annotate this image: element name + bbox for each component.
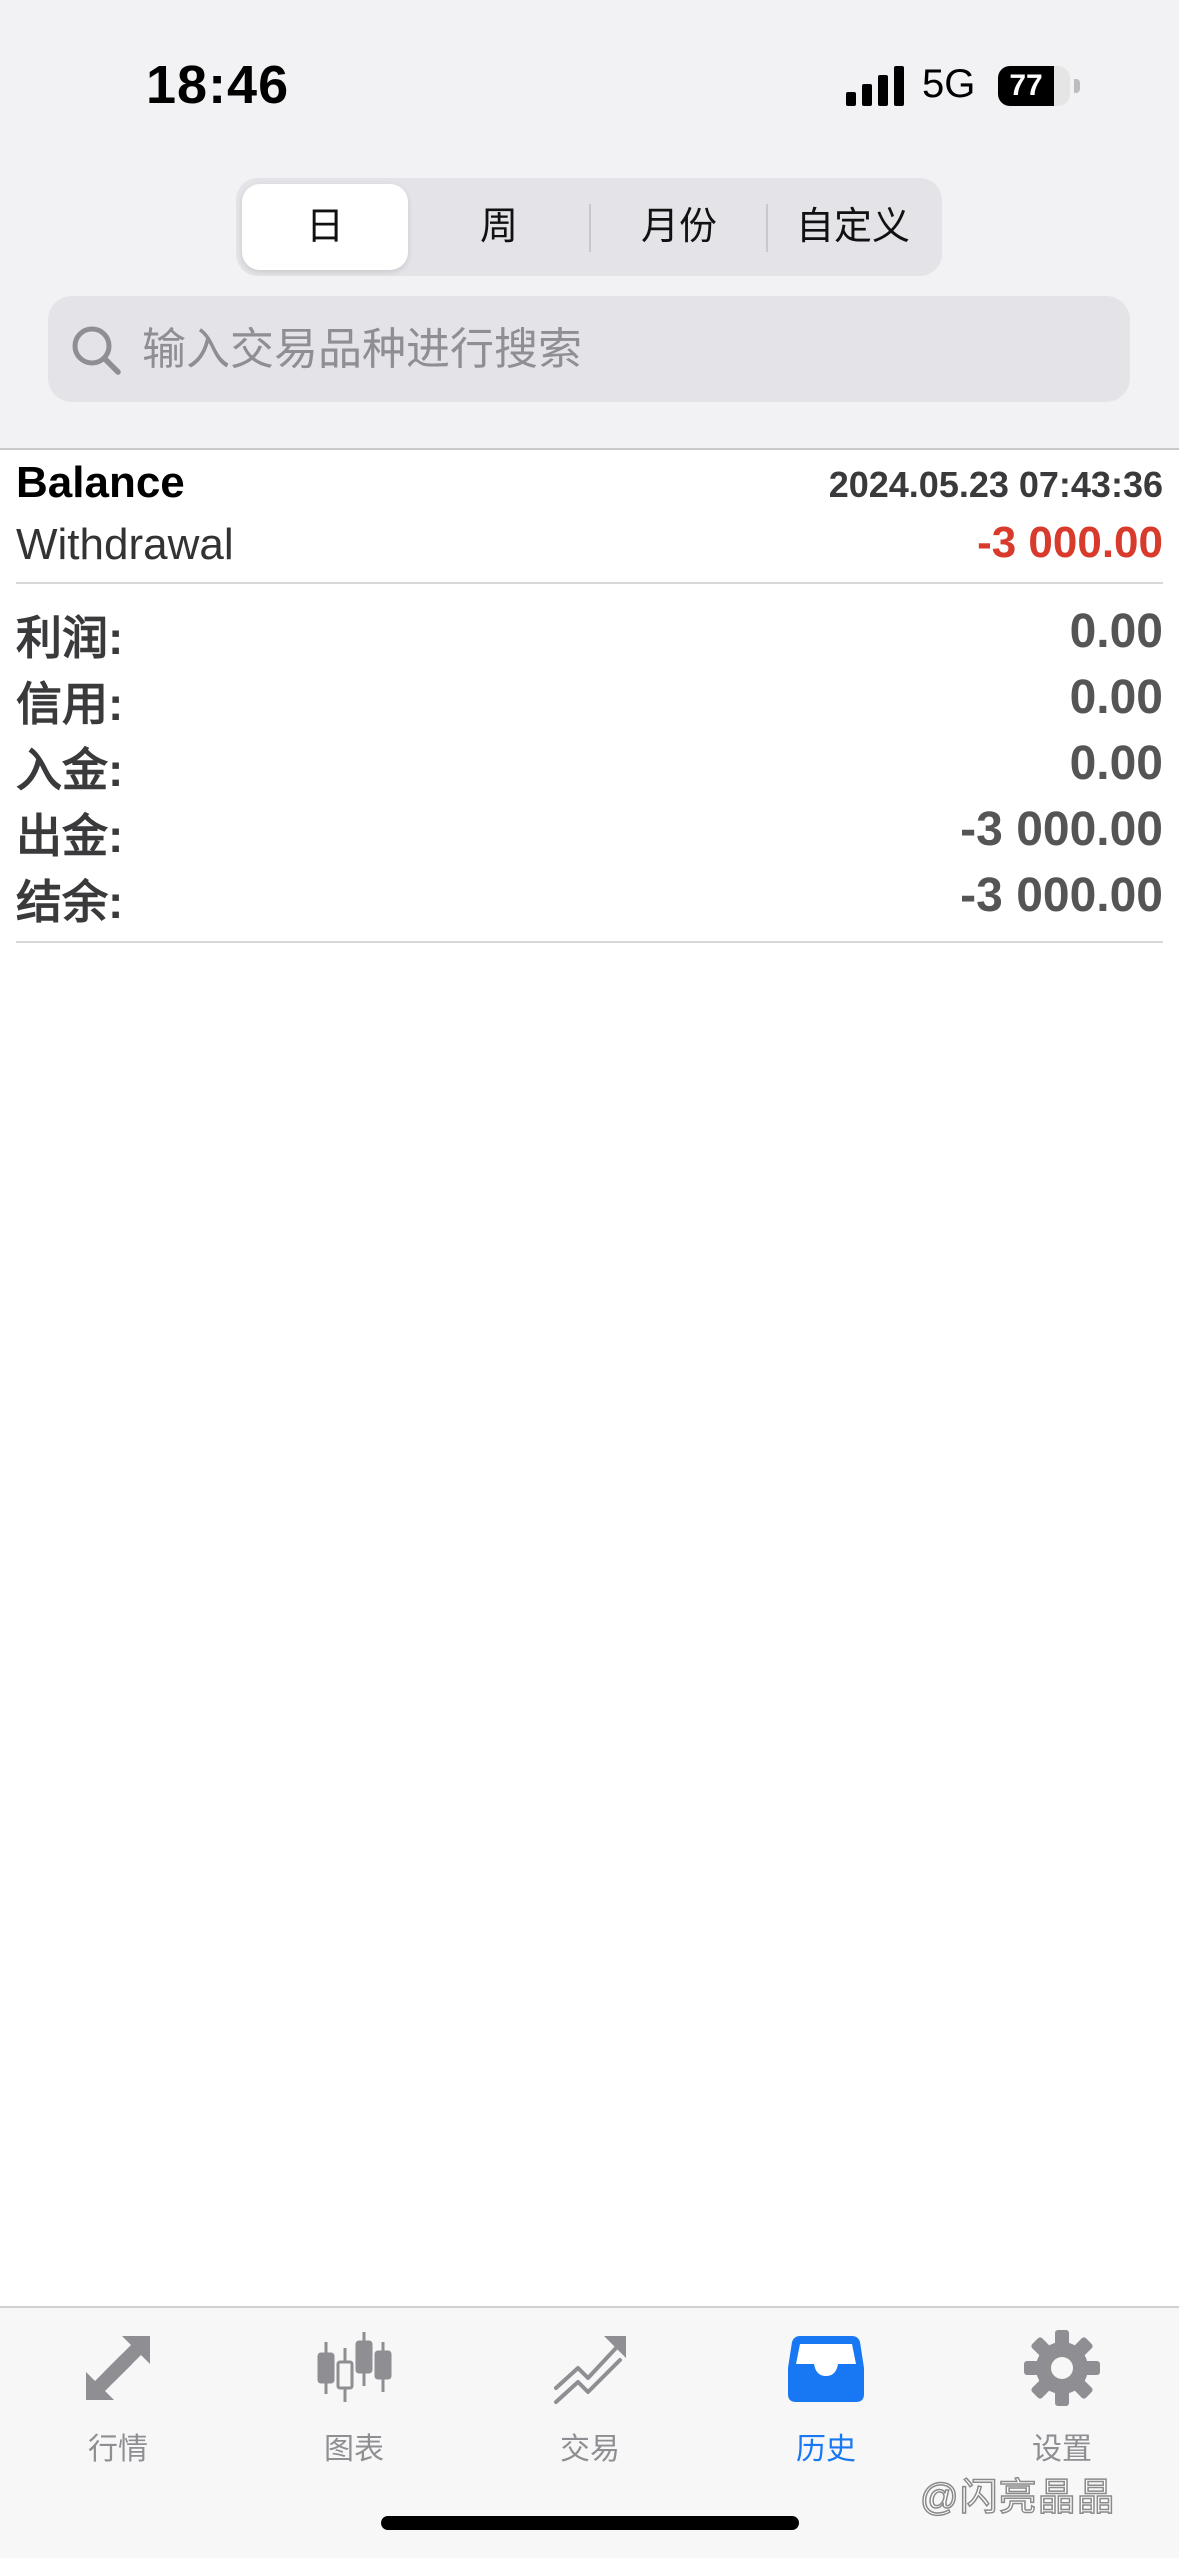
battery-icon: 77 [998,66,1080,106]
tab-trade[interactable]: 交易 [472,2328,708,2488]
tab-label-charts: 图表 [324,2433,384,2466]
tab-history[interactable]: 历史 [708,2328,944,2488]
segment-divider [589,204,591,252]
search-bar [48,296,1130,404]
summary-value-credit: 0.00 [1069,671,1163,724]
search-icon [72,326,121,375]
top-area: 18:46 5G 77 日 周 月份 自定义 [0,0,1179,448]
summary-label-deposit: 入金: [16,744,124,796]
summary-value-profit: 0.00 [1069,605,1163,658]
quotes-arrows-icon [86,2336,150,2400]
gear-icon [1024,2330,1100,2406]
period-segmented-control: 日 周 月份 自定义 [236,178,942,276]
tab-label-history: 历史 [796,2433,856,2466]
period-tab-month[interactable]: 月份 [592,184,766,270]
tab-label-trade: 交易 [560,2433,620,2466]
period-tab-week[interactable]: 周 [412,184,586,270]
period-tab-custom[interactable]: 自定义 [768,184,938,270]
summary-label-withdrawal: 出金: [16,810,124,862]
summary-label-credit: 信用: [16,678,124,730]
history-inbox-icon [788,2336,864,2402]
summary-value-withdrawal: -3 000.00 [960,803,1163,856]
cellular-signal-icon [846,64,906,106]
deal-timestamp: 2024.05.23 07:43:36 [828,464,1163,505]
summary-label-balance: 结余: [16,876,124,928]
tab-settings[interactable]: 设置 [944,2328,1179,2488]
summary-label-profit: 利润: [16,612,124,664]
deal-title: Balance [16,458,185,507]
status-time: 18:46 [146,55,290,115]
header-divider [0,448,1179,450]
deal-amount: -3 000.00 [977,518,1163,567]
tab-label-quotes: 行情 [88,2433,148,2466]
summary-value-balance: -3 000.00 [960,869,1163,922]
tab-label-settings: 设置 [1032,2433,1092,2466]
row-divider [16,582,1163,584]
home-indicator[interactable] [381,2516,799,2530]
search-input[interactable] [140,296,1104,404]
summary-divider [16,941,1163,943]
watermark: @闪亮晶晶 [919,2476,1116,2520]
battery-level: 77 [1009,69,1043,102]
trade-trend-icon [554,2336,626,2404]
deal-type: Withdrawal [16,520,234,569]
tab-quotes[interactable]: 行情 [0,2328,236,2488]
period-tab-day[interactable]: 日 [242,184,408,270]
candlestick-chart-icon [317,2332,392,2402]
network-type: 5G [922,62,976,106]
summary-value-deposit: 0.00 [1069,737,1163,790]
tab-charts[interactable]: 图表 [236,2328,472,2488]
